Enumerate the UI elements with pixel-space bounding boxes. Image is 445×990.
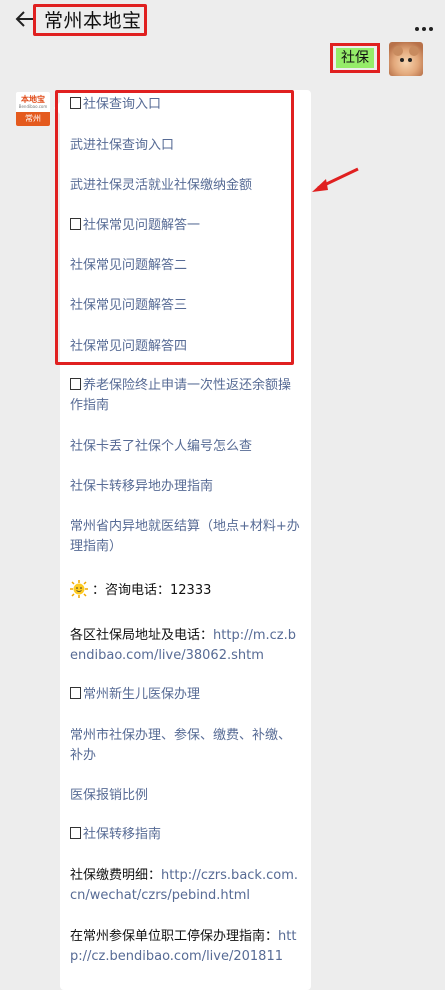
checkbox-icon [70, 687, 81, 699]
user-avatar[interactable] [389, 42, 423, 76]
menu-item-pension-refund[interactable]: 养老保险终止申请一次性返还余额操作指南 [70, 376, 302, 416]
checkbox-icon [70, 378, 81, 390]
menu-item-transfer-guide[interactable]: 社保转移指南 [70, 825, 302, 845]
chat-title: 常州本地宝 [44, 10, 142, 32]
more-options-icon[interactable] [415, 16, 437, 31]
bot-avatar-logo-sub: Bendibao.com [18, 104, 48, 109]
unemployment-line: 在常州参保单位职工停保办理指南：http://cz.bendibao.com/l… [70, 927, 302, 967]
menu-item-reimbursement[interactable]: 医保报销比例 [70, 786, 302, 806]
menu-item-newborn[interactable]: 常州新生儿医保办理 [70, 685, 302, 705]
phone-line: ：咨询电话：12333 [70, 580, 302, 601]
payment-detail-label: 社保缴费明细： [70, 868, 162, 883]
address-label: 各区社保局地址及电话： [70, 628, 214, 643]
menu-item-city-services[interactable]: 常州市社保办理、参保、缴费、补缴、补办 [70, 726, 302, 766]
bot-avatar[interactable]: 本地宝 Bendibao.com 常州 [16, 92, 50, 126]
unemployment-label: 在常州参保单位职工停保办理指南： [70, 929, 279, 944]
payment-detail-line: 社保缴费明细：http://czrs.back.com.cn/wechat/cz… [70, 866, 302, 906]
menu-item-medical-settlement[interactable]: 常州省内异地就医结算（地点+材料+办理指南） [70, 517, 302, 557]
user-message-bubble: 社保 [336, 48, 374, 68]
red-arrow-icon [312, 167, 359, 192]
menu-highlight-box [55, 90, 294, 365]
menu-item-lost-card[interactable]: 社保卡丢了社保个人编号怎么查 [70, 437, 302, 457]
menu-item-card-transfer[interactable]: 社保卡转移异地办理指南 [70, 477, 302, 497]
top-bar: 常州本地宝 [0, 0, 445, 40]
checkbox-icon [70, 827, 81, 839]
sun-emoji-icon [70, 580, 88, 598]
phone-text: ：咨询电话：12333 [92, 583, 212, 598]
bot-avatar-city: 常州 [16, 112, 50, 126]
address-line: 各区社保局地址及电话：http://m.cz.bendibao.com/live… [70, 626, 302, 666]
